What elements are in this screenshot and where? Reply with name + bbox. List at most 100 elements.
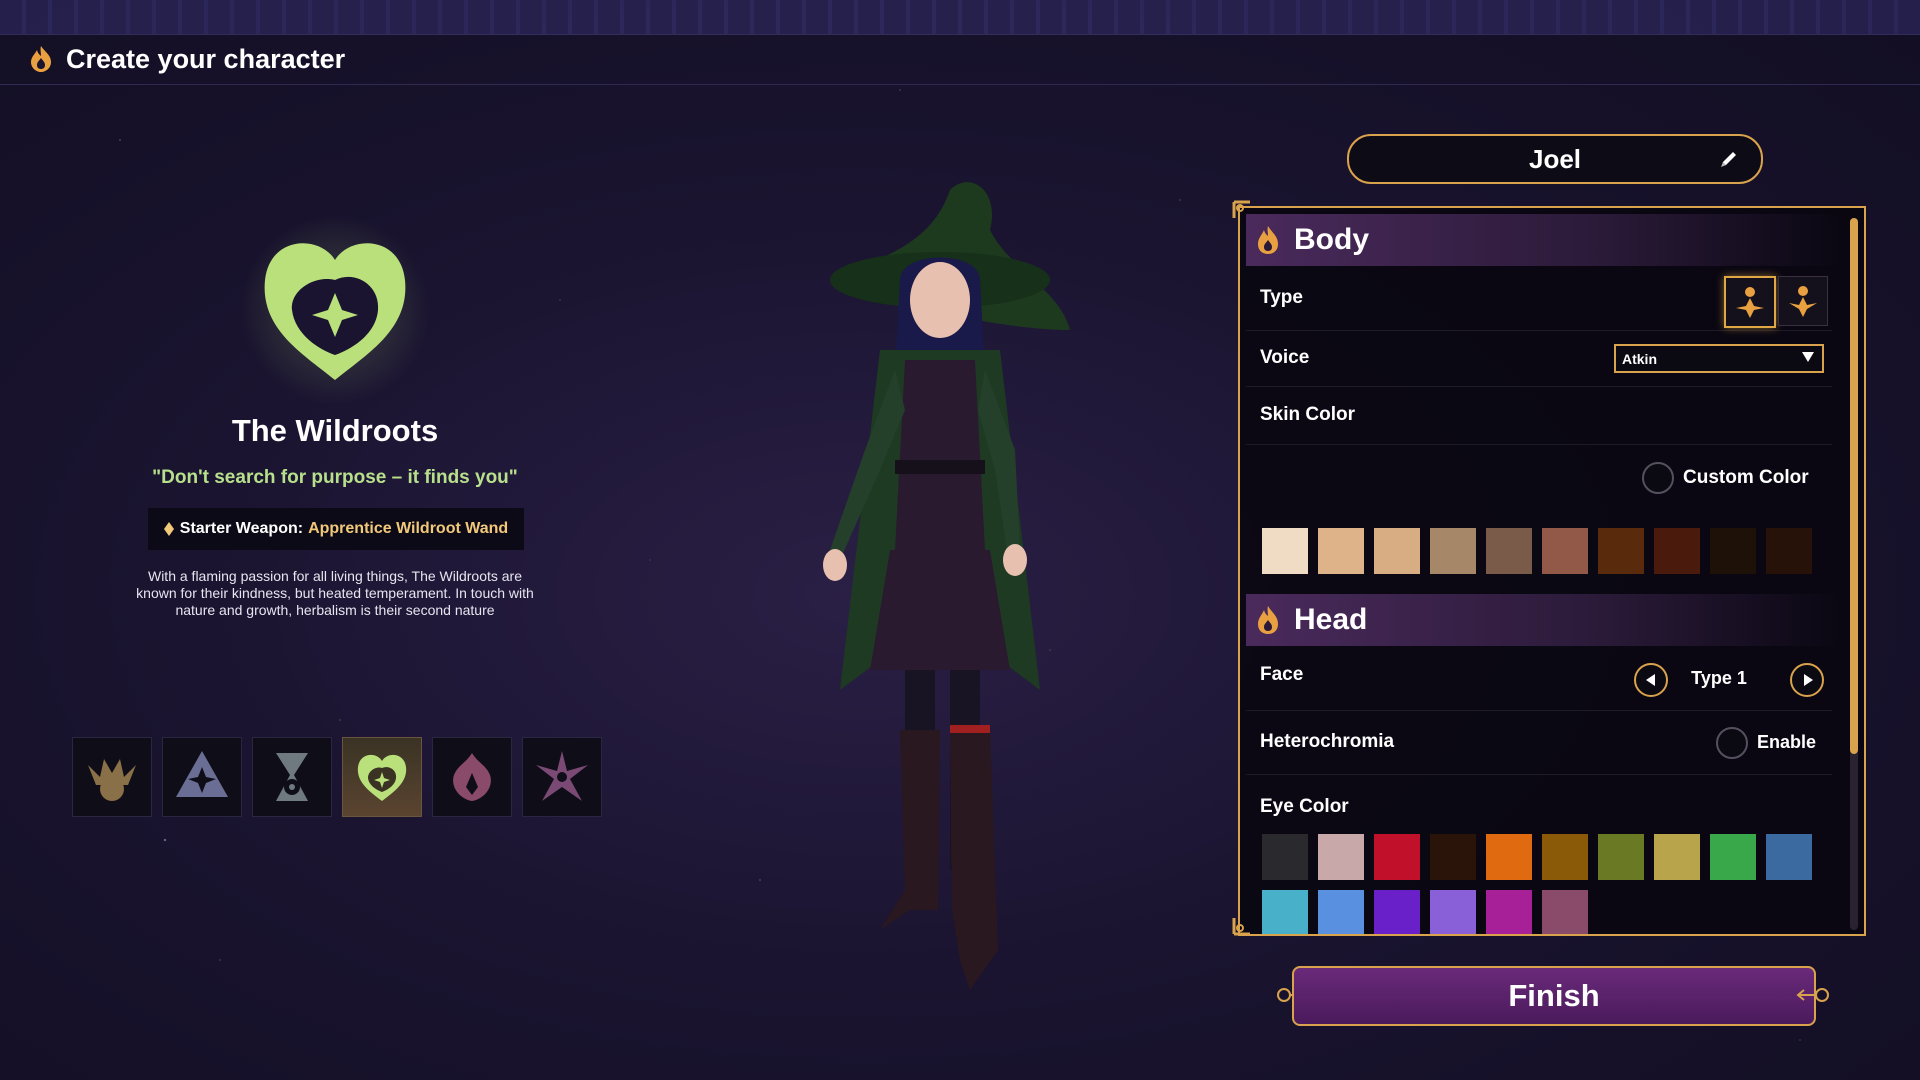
flame-logo-icon xyxy=(31,46,51,72)
faction-option-spiky[interactable] xyxy=(522,737,602,817)
eye-swatch[interactable] xyxy=(1374,890,1420,934)
skin-swatch[interactable] xyxy=(1262,528,1308,574)
wildroots-heart-icon xyxy=(357,754,407,801)
skin-swatch[interactable] xyxy=(1766,528,1812,574)
eye-swatch[interactable] xyxy=(1542,890,1588,934)
character-name: Joel xyxy=(1528,143,1582,174)
heterochromia-enable-label: Enable xyxy=(1757,732,1817,752)
eye-swatch[interactable] xyxy=(1262,834,1308,880)
face-row: Face Type 1 xyxy=(1246,646,1832,711)
body-type-option-2[interactable] xyxy=(1778,276,1828,326)
edit-pencil-icon[interactable] xyxy=(1719,149,1739,169)
decorative-top-border xyxy=(0,0,1920,35)
flame-section-icon xyxy=(1258,226,1278,254)
body-type-label: Type xyxy=(1260,287,1303,308)
head-section-header: Head xyxy=(1246,594,1842,646)
skin-color-swatches xyxy=(1262,528,1812,574)
skin-color-row: Skin Color xyxy=(1246,386,1832,445)
finish-button-label: Finish xyxy=(1508,978,1600,1013)
heterochromia-toggle[interactable] xyxy=(1716,727,1748,759)
panel-scrollbar[interactable] xyxy=(1850,218,1858,930)
body-type-1-icon xyxy=(1736,287,1764,318)
eye-swatch[interactable] xyxy=(1766,834,1812,880)
eye-swatch[interactable] xyxy=(1430,834,1476,880)
panel-corner-ornament-icon xyxy=(1232,918,1250,936)
flame-flower-icon xyxy=(453,753,491,801)
face-prev-button[interactable] xyxy=(1634,663,1668,697)
faction-name: The Wildroots xyxy=(231,413,439,448)
skin-swatch[interactable] xyxy=(1654,528,1700,574)
body-type-row: Type xyxy=(1246,266,1832,331)
eye-swatch[interactable] xyxy=(1430,890,1476,934)
starter-weapon-label: Starter Weapon: xyxy=(179,520,304,537)
eye-color-row: Eye Color xyxy=(1246,774,1832,834)
eye-swatch[interactable] xyxy=(1542,834,1588,880)
custom-color-radio[interactable] xyxy=(1642,462,1674,494)
eye-hourglass-icon xyxy=(276,753,308,801)
eye-swatch[interactable] xyxy=(1318,890,1364,934)
customization-panel: Body Type Voice Atkin Skin Color Custom … xyxy=(1238,206,1866,936)
faction-option-flame[interactable] xyxy=(432,737,512,817)
heterochromia-label: Heterochromia xyxy=(1260,731,1395,752)
finish-button[interactable]: Finish xyxy=(1292,966,1816,1026)
faction-option-sun[interactable] xyxy=(72,737,152,817)
panel-corner-ornament-icon xyxy=(1232,200,1250,218)
character-model xyxy=(823,182,1070,990)
skin-swatch[interactable] xyxy=(1430,528,1476,574)
eye-swatch[interactable] xyxy=(1318,834,1364,880)
voice-dropdown[interactable]: Atkin xyxy=(1614,344,1824,373)
eye-swatch[interactable] xyxy=(1654,834,1700,880)
body-type-option-1[interactable] xyxy=(1724,276,1776,328)
eye-color-swatches-row-1 xyxy=(1262,834,1812,880)
arrow-right-icon xyxy=(1803,674,1813,686)
heterochromia-row: Heterochromia Enable xyxy=(1246,710,1832,775)
eye-swatch[interactable] xyxy=(1598,834,1644,880)
faction-option-star[interactable] xyxy=(162,737,242,817)
faction-option-wildroots[interactable] xyxy=(342,737,422,817)
star-triangle-icon xyxy=(176,751,228,797)
wildroots-emblem-icon xyxy=(240,215,430,405)
body-section-header: Body xyxy=(1246,214,1842,266)
page-title: Create your character xyxy=(66,43,346,74)
eye-swatch[interactable] xyxy=(1374,834,1420,880)
dropdown-arrow-icon xyxy=(1802,352,1814,362)
starter-weapon-value: Apprentice Wildroot Wand xyxy=(308,520,509,537)
eye-color-swatches-row-2 xyxy=(1262,890,1588,934)
head-section-title: Head xyxy=(1294,603,1368,636)
eye-color-label: Eye Color xyxy=(1260,796,1349,817)
character-name-field[interactable]: Joel xyxy=(1347,134,1763,184)
faction-option-eye[interactable] xyxy=(252,737,332,817)
finish-right-ornament-icon xyxy=(1796,988,1829,1002)
skin-swatch[interactable] xyxy=(1486,528,1532,574)
faction-description: With a flaming passion for all living th… xyxy=(136,568,534,618)
arrow-left-icon xyxy=(1645,674,1655,686)
faction-quote: "Don't search for purpose – it finds you… xyxy=(152,467,518,488)
body-type-2-icon xyxy=(1789,286,1817,317)
weapon-gem-icon xyxy=(163,522,174,536)
eye-swatch[interactable] xyxy=(1262,890,1308,934)
page-header: Create your character xyxy=(0,34,1920,85)
sun-crown-icon xyxy=(88,759,136,801)
scrollbar-thumb[interactable] xyxy=(1850,218,1858,754)
eye-swatch[interactable] xyxy=(1486,890,1532,934)
skin-swatch[interactable] xyxy=(1374,528,1420,574)
skin-swatch[interactable] xyxy=(1318,528,1364,574)
face-next-button[interactable] xyxy=(1790,663,1824,697)
skin-swatch[interactable] xyxy=(1598,528,1644,574)
custom-color-label: Custom Color xyxy=(1683,467,1809,488)
eye-swatch[interactable] xyxy=(1710,834,1756,880)
eye-swatch[interactable] xyxy=(1486,834,1532,880)
skin-color-label: Skin Color xyxy=(1260,404,1356,425)
faction-selector xyxy=(72,737,602,817)
voice-label: Voice xyxy=(1260,347,1310,368)
body-section-title: Body xyxy=(1294,223,1369,256)
spiky-star-icon xyxy=(536,751,588,801)
skin-swatch[interactable] xyxy=(1542,528,1588,574)
voice-selected-value: Atkin xyxy=(1622,350,1657,367)
flame-section-icon xyxy=(1258,606,1278,634)
skin-swatch[interactable] xyxy=(1710,528,1756,574)
face-value: Type 1 xyxy=(1691,668,1747,688)
starter-weapon-box: Starter Weapon: Apprentice Wildroot Wand xyxy=(148,508,524,550)
face-label: Face xyxy=(1260,664,1304,685)
voice-row: Voice Atkin xyxy=(1246,330,1832,387)
